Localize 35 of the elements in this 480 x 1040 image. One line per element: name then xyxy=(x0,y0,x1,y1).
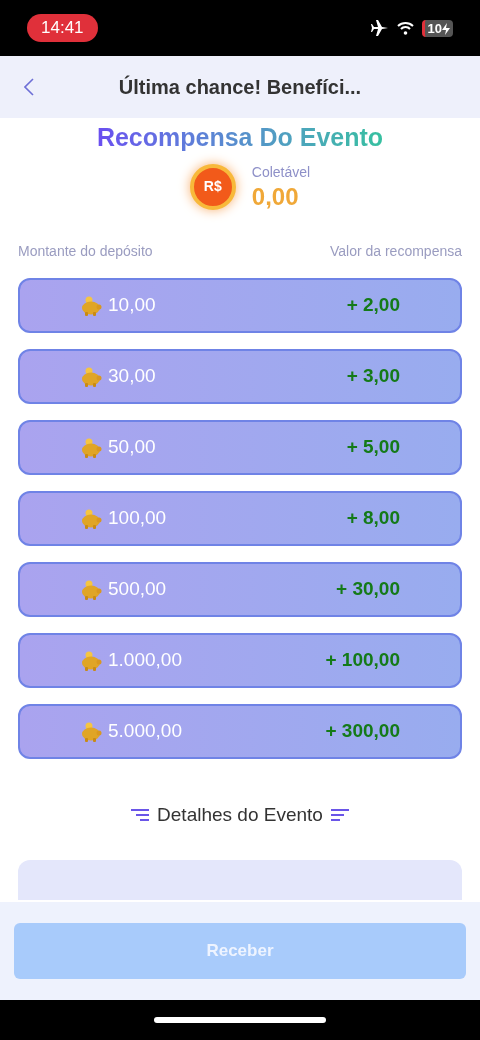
deposit-amount: 1.000,00 xyxy=(108,648,183,673)
deposit-amount: 50,00 xyxy=(108,435,157,460)
column-header: Montante do depósito xyxy=(18,242,153,261)
bolt-icon xyxy=(442,23,450,36)
collectable-label: Coletável xyxy=(251,163,311,182)
wifi-icon xyxy=(396,21,414,35)
reward-amount: + 100,00 xyxy=(325,648,400,673)
collectable-value: 0,00 xyxy=(251,183,300,211)
battery-indicator: 10 xyxy=(421,19,453,37)
piggy-bank-icon xyxy=(80,295,102,316)
piggy-bank-icon xyxy=(80,650,102,671)
page-title: Última chance! Benefíci... xyxy=(117,74,363,100)
piggy-bank-icon xyxy=(80,437,102,458)
lines-icon xyxy=(131,808,150,823)
deposit-amount: 100,00 xyxy=(108,506,168,531)
back-icon[interactable] xyxy=(24,78,34,96)
reward-amount: + 8,00 xyxy=(346,506,400,531)
piggy-bank-icon xyxy=(80,579,102,600)
lines-icon xyxy=(330,808,349,823)
deposit-amount: 500,00 xyxy=(108,577,168,602)
piggy-bank-icon xyxy=(80,366,102,387)
deposit-amount: 10,00 xyxy=(108,293,157,318)
reward-amount: + 30,00 xyxy=(336,577,400,602)
reward-amount: + 5,00 xyxy=(346,435,400,460)
coin-icon: R$ xyxy=(189,163,236,210)
piggy-bank-icon xyxy=(80,508,102,529)
deposit-amount: 5.000,00 xyxy=(108,719,183,744)
reward-amount: + 3,00 xyxy=(346,364,400,389)
time-badge: 14:41 xyxy=(27,14,98,42)
column-header: Valor da recompensa xyxy=(329,242,462,261)
details-title: Detalhes do Evento xyxy=(157,803,323,827)
reward-amount: + 2,00 xyxy=(346,293,400,318)
reward-amount: + 300,00 xyxy=(325,719,400,744)
deposit-amount: 30,00 xyxy=(108,364,157,389)
piggy-bank-icon xyxy=(80,721,102,742)
